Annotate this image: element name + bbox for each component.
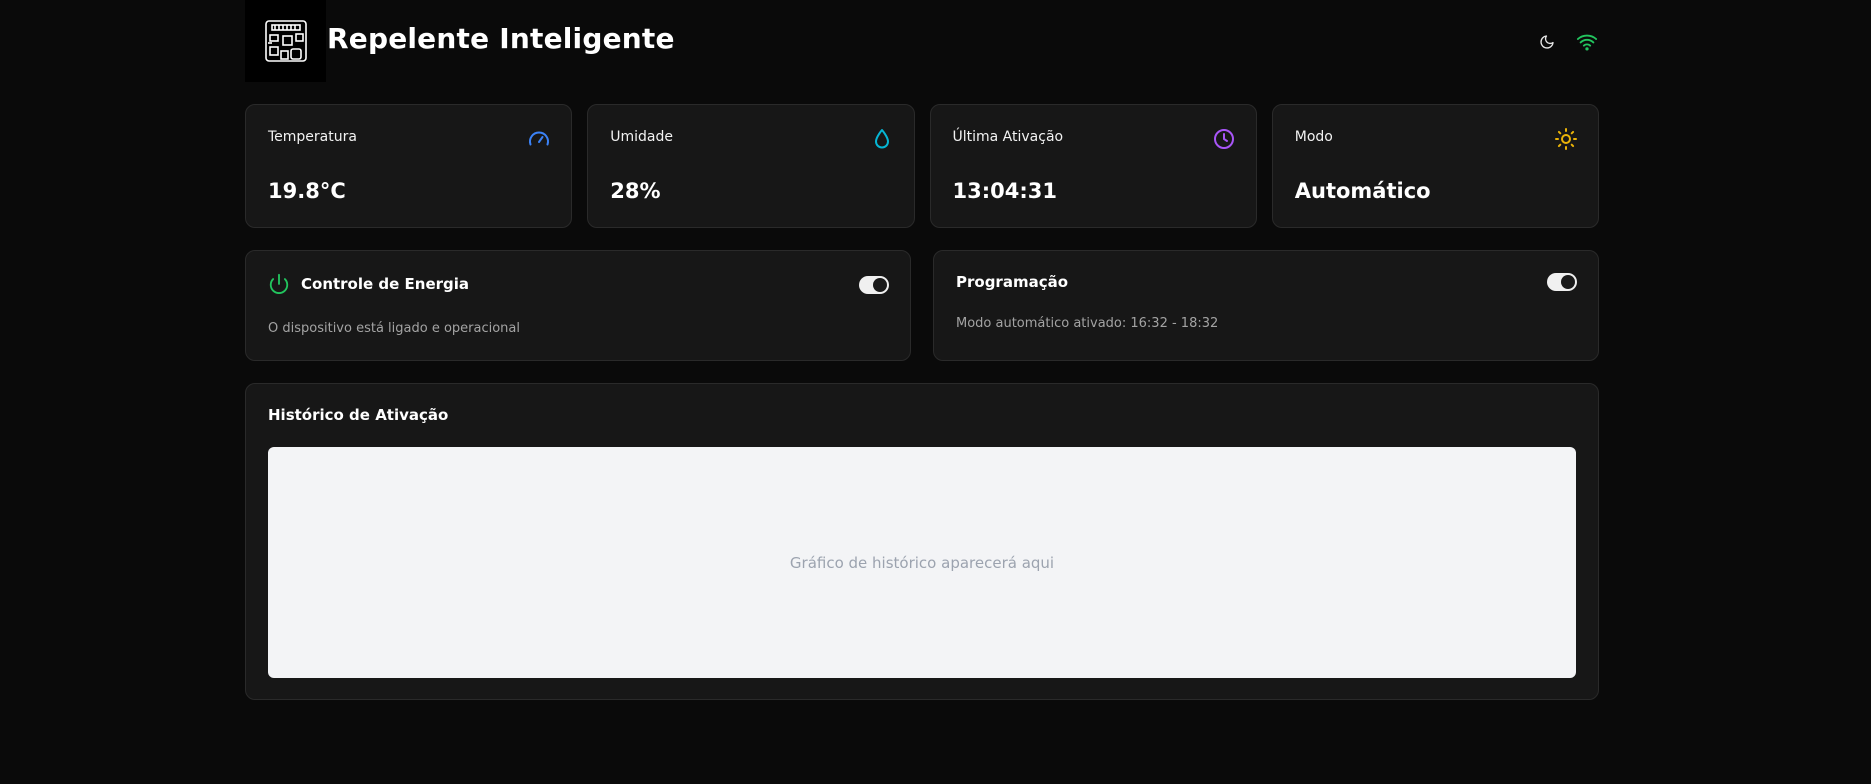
energy-toggle[interactable] (859, 276, 889, 294)
logo (245, 0, 326, 82)
stat-label: Temperatura (268, 129, 357, 145)
stat-value: 13:04:31 (952, 179, 1057, 203)
moon-icon (1540, 35, 1554, 49)
toggle-knob (873, 278, 887, 292)
clock-icon (1213, 129, 1234, 149)
stat-card-mode: Modo Automático (1271, 104, 1599, 228)
gauge-icon (529, 131, 550, 146)
stat-label: Última Ativação (952, 129, 1064, 145)
stat-label: Modo (1294, 129, 1333, 145)
header: Repelente Inteligente (245, 0, 1599, 82)
dashboard: Repelente Inteligente Temperatura 19.8°C (245, 0, 1599, 784)
app-title: Repelente Inteligente (327, 22, 675, 55)
schedule-status-text: Modo automático ativado: 16:32 - 18:32 (956, 316, 1219, 331)
energy-control-title: Controle de Energia (301, 275, 470, 293)
schedule-title: Programação (956, 273, 1069, 291)
stats-row: Temperatura 19.8°C Umidade 28% Última At… (245, 104, 1599, 228)
energy-control-card: Controle de Energia O dispositivo está l… (245, 250, 911, 361)
stat-card-humidity: Umidade 28% (587, 104, 915, 228)
header-actions (1535, 30, 1599, 54)
schedule-toggle[interactable] (1547, 273, 1577, 291)
toggle-knob (1561, 275, 1575, 289)
circuit-board-icon (264, 20, 307, 62)
stat-value: 19.8°C (268, 179, 346, 203)
chart-placeholder-text: Gráfico de histórico aparecerá aqui (789, 553, 1055, 572)
droplet-icon (874, 129, 889, 149)
stat-value: Automático (1294, 179, 1431, 203)
sun-icon (1555, 128, 1577, 150)
power-icon (269, 273, 289, 294)
stat-label: Umidade (610, 129, 673, 145)
history-chart-area: Gráfico de histórico aparecerá aqui (268, 447, 1576, 678)
stat-value: 28% (610, 179, 661, 203)
stat-card-temperature: Temperatura 19.8°C (245, 104, 573, 228)
energy-status-text: O dispositivo está ligado e operacional (268, 321, 521, 336)
controls-row: Controle de Energia O dispositivo está l… (245, 250, 1599, 361)
history-card: Histórico de Ativação Gráfico de históri… (245, 383, 1599, 700)
history-title: Histórico de Ativação (268, 406, 449, 424)
wifi-icon (1576, 34, 1598, 51)
stat-card-last-activation: Última Ativação 13:04:31 (929, 104, 1257, 228)
wifi-status[interactable] (1575, 30, 1599, 54)
schedule-card: Programação Modo automático ativado: 16:… (933, 250, 1599, 361)
theme-toggle-button[interactable] (1535, 30, 1559, 54)
